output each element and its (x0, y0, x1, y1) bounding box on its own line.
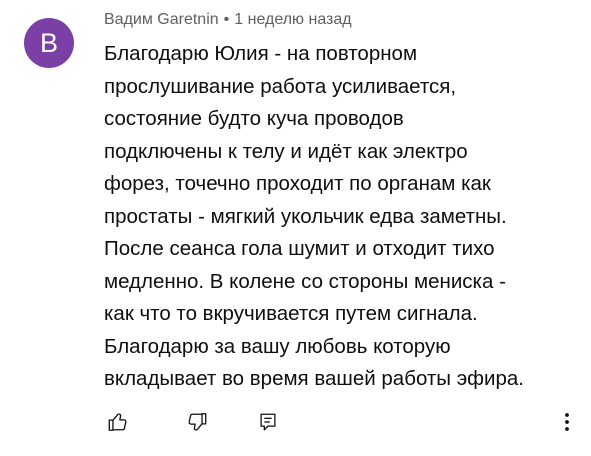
comment-text: Благодарю Юлия - на повторном прослушива… (104, 38, 574, 396)
dislike-button[interactable] (183, 408, 211, 436)
comment-text-line: состояние будто куча проводов (104, 107, 404, 130)
thumbs-up-icon (107, 411, 129, 433)
more-options-button[interactable] (553, 408, 581, 436)
thumbs-down-icon (186, 411, 208, 433)
comment-text-line: Благодарю за вашу любовь которую (104, 334, 451, 358)
avatar[interactable]: B (24, 18, 74, 68)
author-name[interactable]: Вадим Garetnin (104, 11, 219, 28)
like-button[interactable] (104, 408, 132, 436)
timestamp[interactable]: 1 неделю назад (234, 11, 351, 28)
comment-actions (0, 408, 591, 438)
comment-text-line: прослушивание работа усиливается, (104, 74, 457, 98)
comment-header: Вадим Garetnin • 1 неделю назад (104, 11, 352, 29)
comment-text-line: После сеанса гола шумит и отходит тихо (104, 237, 495, 260)
more-vertical-icon (563, 411, 571, 433)
meta-separator: • (223, 11, 230, 28)
comment-text-line: как что то вкручивается путем сигнала. (104, 302, 478, 325)
comment-text-line: простаты - мягкий укольчик едва заметны. (104, 204, 507, 228)
comment-text-line: подключены к телу и идёт как электро (104, 139, 468, 163)
avatar-letter: B (39, 27, 58, 58)
comment-text-line: медленно. В колене со стороны мениска - (104, 269, 506, 293)
comment-card: B Вадим Garetnin • 1 неделю назад Благодар… (0, 0, 591, 456)
comment-text-line: вкладывает во время вашей работы эфира. (104, 367, 524, 390)
comment-text-line: форез, точечно проходит по органам как (104, 172, 491, 195)
comment-text-line: Благодарю Юлия - на повторном (104, 42, 418, 65)
reply-button[interactable] (254, 408, 282, 436)
reply-icon (257, 411, 279, 433)
